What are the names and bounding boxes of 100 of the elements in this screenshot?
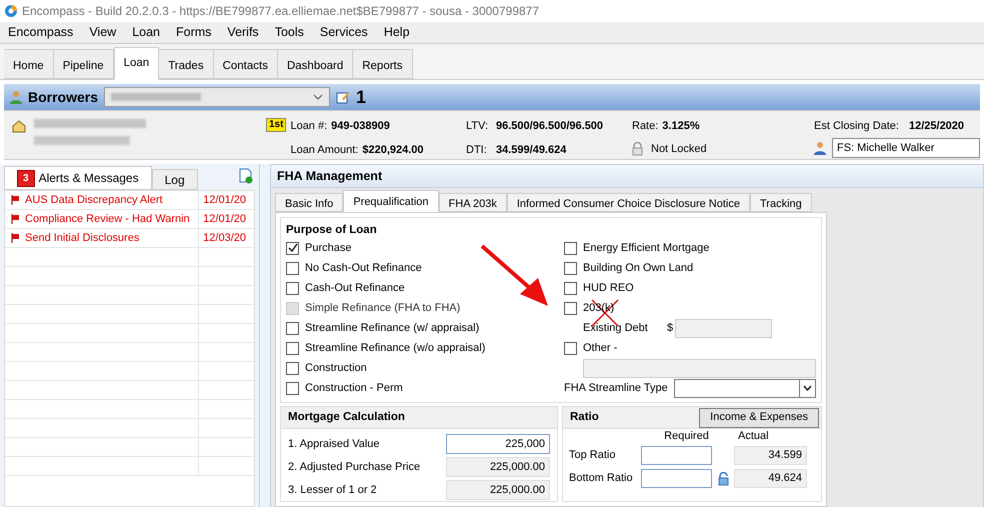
- menu-item[interactable]: View: [81, 23, 124, 42]
- checkbox[interactable]: [564, 302, 577, 314]
- field-label: Top Ratio: [569, 448, 616, 464]
- section-title: Mortgage Calculation: [288, 410, 405, 425]
- alert-date: 12/03/20: [202, 230, 247, 246]
- field-label: LTV:: [466, 119, 490, 134]
- count-badge: 3: [17, 170, 35, 186]
- person-icon: [814, 140, 826, 154]
- add-document-icon[interactable]: [239, 168, 253, 184]
- checkbox[interactable]: [564, 262, 577, 274]
- closing-date: 12/25/2020: [908, 119, 964, 134]
- existing-debt-field[interactable]: [675, 318, 772, 338]
- checkbox[interactable]: [286, 382, 299, 394]
- section-title: Purpose of Loan: [286, 223, 378, 238]
- checkbox[interactable]: [564, 342, 577, 354]
- required-ratio-field[interactable]: [641, 469, 712, 488]
- checkbox-label: Streamline Refinance (w/o appraisal): [305, 340, 486, 356]
- checkbox[interactable]: [286, 262, 299, 274]
- loan-number: 949-038909: [331, 119, 390, 134]
- alert-title[interactable]: AUS Data Discrepancy Alert: [25, 192, 163, 208]
- window-title: Encompass - Build 20.2.0.3 - https://BE799877.ea.elliemae.net$BE799877 - sousa - 3000799877: [22, 3, 540, 20]
- checkbox-label: Energy Efficient Mortgage: [583, 240, 710, 256]
- field-label: Bottom Ratio: [569, 471, 634, 486]
- lock-status: Not Locked: [651, 142, 707, 156]
- field-label: DTI:: [466, 142, 488, 158]
- person-icon: [10, 90, 22, 104]
- checkbox[interactable]: [286, 242, 299, 254]
- checkbox[interactable]: [286, 362, 299, 374]
- checkbox-label: HUD REO: [583, 280, 634, 296]
- tab[interactable]: Pipeline: [54, 49, 114, 79]
- alert-date: 12/01/20: [202, 192, 247, 208]
- field-label: Loan #:: [290, 119, 328, 134]
- tab[interactable]: Trades: [159, 49, 214, 79]
- field-label: 3. Lesser of 1 or 2: [288, 482, 377, 498]
- tab[interactable]: Informed Consumer Choice Disclosure Notice: [506, 193, 750, 212]
- amount-field[interactable]: 225,000: [446, 434, 550, 454]
- dti-value: 34.599/49.624: [496, 142, 566, 158]
- menu-item[interactable]: Verifs: [219, 23, 267, 42]
- tab[interactable]: Prequalification: [343, 190, 439, 212]
- tab[interactable]: Dashboard: [278, 49, 354, 79]
- alert-title[interactable]: Compliance Review - Had Warnin: [25, 210, 190, 228]
- field-label: FHA Streamline Type: [564, 380, 668, 396]
- flag-icon: [11, 214, 20, 224]
- tab[interactable]: FHA 203k: [438, 193, 507, 212]
- rate-value: 3.125%: [662, 119, 700, 134]
- checkbox-label: Building On Own Land: [583, 260, 694, 276]
- checkbox-label: Purchase: [305, 240, 352, 256]
- app-logo-icon: [4, 4, 18, 18]
- tab[interactable]: Tracking: [750, 193, 812, 212]
- other-field[interactable]: [583, 358, 816, 378]
- tab[interactable]: Loan: [114, 47, 160, 80]
- checkbox[interactable]: [564, 242, 577, 254]
- amount-field[interactable]: 225,000.00: [446, 480, 550, 500]
- tab[interactable]: Basic Info: [275, 193, 344, 212]
- menu-item[interactable]: Tools: [266, 23, 312, 42]
- section-title: Ratio: [570, 410, 599, 425]
- padlock-icon: [632, 142, 643, 156]
- flag-icon: [11, 233, 20, 243]
- tab[interactable]: Contacts: [214, 49, 278, 79]
- ltv-value: 96.500/96.500/96.500: [496, 119, 604, 134]
- income-expenses-button[interactable]: Income & Expenses: [699, 408, 819, 428]
- panel-title: FHA Management: [277, 168, 382, 185]
- tab[interactable]: 3 Alerts & Messages: [4, 166, 152, 190]
- menu-item[interactable]: Loan: [124, 23, 168, 42]
- column-header: Actual: [737, 428, 769, 444]
- streamline-type-dropdown[interactable]: [674, 378, 816, 398]
- menu-item[interactable]: Forms: [168, 23, 220, 42]
- checkbox[interactable]: [286, 322, 299, 334]
- chevron-down-icon: [803, 385, 812, 391]
- checkbox-label: Other -: [583, 340, 618, 356]
- field-label: Existing Debt: [583, 320, 649, 336]
- flag-icon: [11, 195, 20, 205]
- checkbox-label: Construction: [305, 360, 367, 376]
- amount-field[interactable]: 225,000.00: [446, 457, 550, 477]
- checkbox-label: Streamline Refinance (w/ appraisal): [305, 320, 480, 336]
- borrowers-label: Borrowers: [28, 88, 98, 106]
- checkbox-label: Construction - Perm: [305, 380, 403, 396]
- tab[interactable]: Reports: [353, 49, 413, 79]
- tab[interactable]: Log: [152, 169, 198, 190]
- field-label: Est Closing Date:: [814, 119, 899, 134]
- field-label: 1. Appraised Value: [288, 436, 380, 452]
- file-starter-field[interactable]: FS: Michelle Walker: [832, 138, 980, 158]
- checkbox[interactable]: [286, 282, 299, 294]
- field-label: Loan Amount:: [290, 142, 358, 158]
- menu-item[interactable]: Services: [312, 23, 376, 42]
- checkbox[interactable]: [286, 342, 299, 354]
- checkbox[interactable]: [564, 282, 577, 294]
- menu-item[interactable]: Help: [376, 23, 418, 42]
- alert-title[interactable]: Send Initial Disclosures: [25, 230, 140, 246]
- checkbox-label: Cash-Out Refinance: [305, 280, 405, 296]
- tab[interactable]: Home: [4, 49, 54, 79]
- lien-badge: 1st: [266, 118, 286, 132]
- edit-icon[interactable]: [336, 90, 350, 104]
- checkbox-label: Simple Refinance (FHA to FHA): [305, 300, 460, 316]
- menu-item[interactable]: Encompass: [0, 23, 82, 42]
- house-icon: [12, 119, 26, 133]
- actual-ratio-field: 49.624: [734, 469, 807, 488]
- padlock-icon[interactable]: [718, 472, 728, 486]
- field-label: 2. Adjusted Purchase Price: [288, 460, 420, 475]
- required-ratio-field[interactable]: [641, 446, 712, 465]
